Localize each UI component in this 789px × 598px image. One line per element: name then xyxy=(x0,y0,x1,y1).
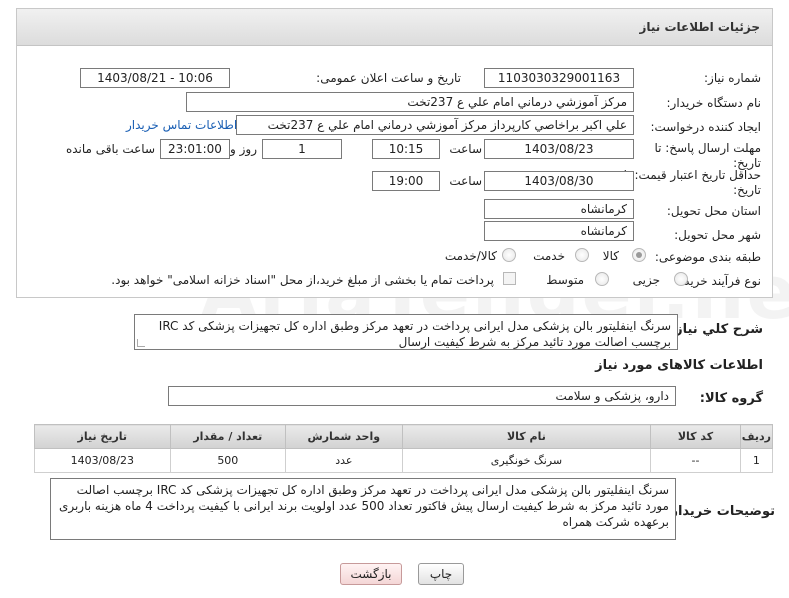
deadline-time-label: ساعت xyxy=(449,142,482,156)
process-option-minor: جزیی xyxy=(632,273,660,287)
category-option-service: خدمت xyxy=(533,249,565,263)
category-option-goods: کالا xyxy=(602,249,619,263)
category-label: طبقه بندی موضوعی: xyxy=(654,250,761,264)
buyer-org-field[interactable]: مرکز آموزشي درماني امام علي ع 237تخت xyxy=(186,92,634,112)
resize-handle[interactable] xyxy=(137,339,145,347)
category-radio-both[interactable] xyxy=(502,248,516,262)
panel-header: جزئیات اطلاعات نیاز xyxy=(17,9,772,46)
province-field[interactable]: کرمانشاه xyxy=(484,199,634,219)
goods-group-field[interactable]: دارو، پزشکی و سلامت xyxy=(168,386,676,406)
deadline-date-field[interactable]: 1403/08/23 xyxy=(484,139,634,159)
col-code: کد کالا xyxy=(650,424,741,449)
city-field[interactable]: کرمانشاه xyxy=(484,221,634,241)
panel-title: جزئیات اطلاعات نیاز xyxy=(639,20,760,34)
category-radio-service[interactable] xyxy=(575,248,589,262)
cell-unit: عدد xyxy=(285,448,403,473)
category-radio-goods[interactable] xyxy=(632,248,646,262)
buyer-org-label: نام دستگاه خریدار: xyxy=(666,96,762,110)
cell-name: سرنگ خونگیری xyxy=(401,448,652,473)
need-number-field[interactable]: 1103030329001163 xyxy=(484,68,634,88)
deadline-time-field[interactable]: 10:15 xyxy=(372,139,440,159)
buyer-notes-text: سرنگ اینفلیتور بالن پزشکی مدل ایرانی پرد… xyxy=(58,483,669,529)
deadline-label: مهلت ارسال پاسخ: تا xyxy=(654,141,761,155)
validity-time-field[interactable]: 19:00 xyxy=(372,171,440,191)
col-name: نام کالا xyxy=(401,424,652,449)
days-label: روز و xyxy=(230,142,257,156)
description-label: شرح کلي نیاز: xyxy=(669,322,763,337)
province-label: استان محل تحویل: xyxy=(666,204,761,218)
process-label: نوع فرآیند خرید : xyxy=(676,274,761,288)
city-label: شهر محل تحویل: xyxy=(674,228,761,242)
goods-group-label: گروه کالا: xyxy=(699,391,763,406)
back-button[interactable]: بازگشت xyxy=(340,563,402,585)
validity-label: حداقل تاریخ اعتبار قیمت: تا xyxy=(623,168,761,182)
treasury-checkbox[interactable] xyxy=(503,272,516,285)
goods-table: ردیف کد کالا نام کالا واحد شمارش تعداد /… xyxy=(34,424,774,473)
print-button[interactable]: چاپ xyxy=(418,563,464,585)
table-header-row: ردیف کد کالا نام کالا واحد شمارش تعداد /… xyxy=(34,424,774,449)
contact-info-link[interactable]: اطلاعات تماس خریدار xyxy=(126,118,237,132)
cell-qty: 500 xyxy=(169,448,287,473)
col-date: تاریخ نیاز xyxy=(34,424,171,449)
process-option-medium: متوسط xyxy=(546,273,584,287)
process-radio-minor[interactable] xyxy=(674,272,688,286)
col-qty: تعداد / مقدار xyxy=(169,424,287,449)
validity-time-label: ساعت xyxy=(449,174,482,188)
goods-section-title: اطلاعات کالاهای مورد نیاز xyxy=(595,358,763,373)
cell-date: 1403/08/23 xyxy=(34,448,171,473)
creator-label: ایجاد کننده درخواست: xyxy=(650,120,761,134)
col-unit: واحد شمارش xyxy=(285,424,403,449)
validity-date-field[interactable]: 1403/08/30 xyxy=(484,171,634,191)
remaining-label: ساعت باقی مانده xyxy=(65,142,155,156)
description-text: سرنگ اینفلیتور بالن پزشکی مدل ایرانی پرد… xyxy=(158,319,671,349)
announce-label: تاریخ و ساعت اعلان عمومی: xyxy=(316,71,461,85)
category-option-both: کالا/خدمت xyxy=(444,249,497,263)
validity-date-label: تاریخ: xyxy=(733,183,761,197)
description-textarea[interactable]: سرنگ اینفلیتور بالن پزشکی مدل ایرانی پرد… xyxy=(134,314,678,350)
table-row[interactable]: 1 -- سرنگ خونگیری عدد 500 1403/08/23 xyxy=(34,448,774,473)
days-field[interactable]: 1 xyxy=(262,139,342,159)
cell-row: 1 xyxy=(739,448,774,473)
remaining-time-field[interactable]: 23:01:00 xyxy=(160,139,230,159)
need-number-label: شماره نیاز: xyxy=(704,71,761,85)
announce-field[interactable]: 1403/08/21 - 10:06 xyxy=(80,68,230,88)
process-radio-medium[interactable] xyxy=(595,272,609,286)
treasury-note: پرداخت تمام یا بخشی از مبلغ خرید،از محل … xyxy=(111,273,494,287)
buyer-notes-label: توضیحات خریدار: xyxy=(665,504,775,519)
buyer-notes-textarea[interactable]: سرنگ اینفلیتور بالن پزشکی مدل ایرانی پرد… xyxy=(50,478,676,540)
creator-field[interactable]: علي اکبر براخاصي کارپرداز مرکز آموزشي در… xyxy=(236,115,634,135)
col-row: ردیف xyxy=(739,424,774,449)
cell-code: -- xyxy=(650,448,741,473)
